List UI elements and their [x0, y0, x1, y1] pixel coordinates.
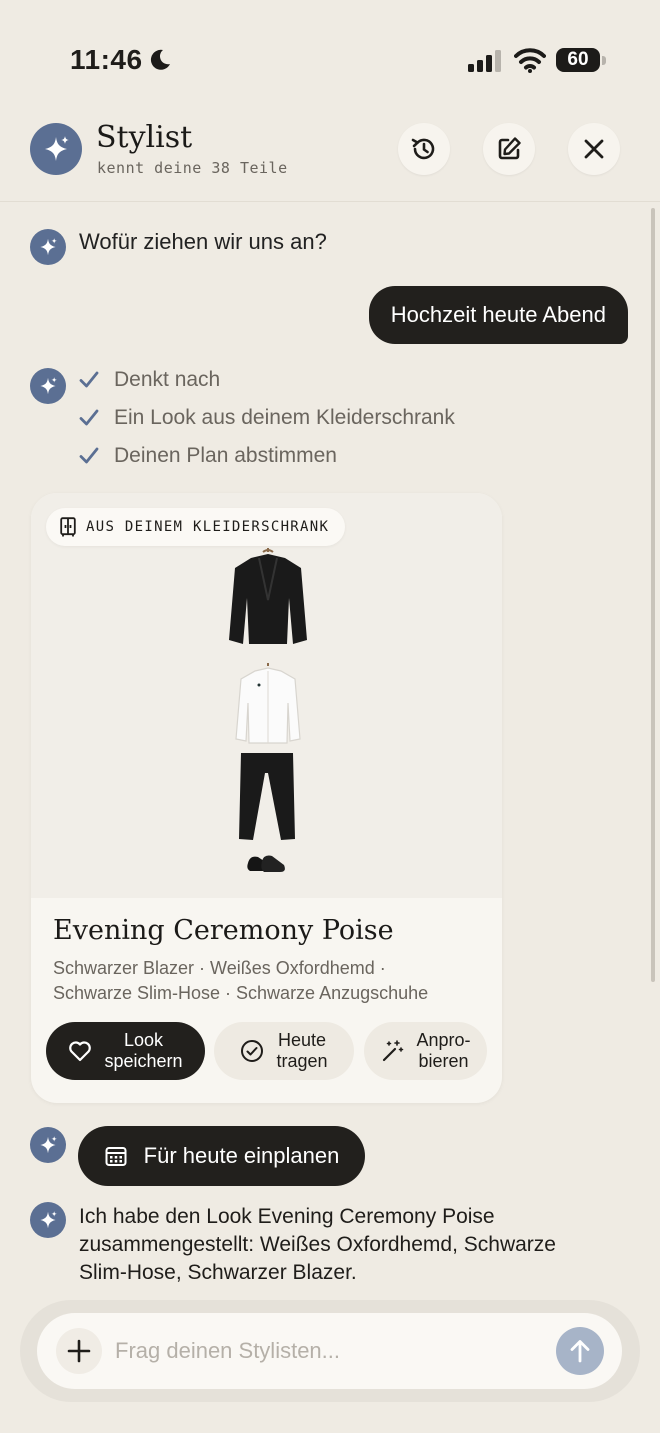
step-label: Denkt nach	[114, 368, 221, 391]
assistant-message: Wofür ziehen wir uns an?	[79, 229, 327, 254]
schedule-today-button[interactable]: Für heute einplanen	[78, 1126, 365, 1186]
save-look-label: speichern	[104, 1051, 183, 1071]
step-row: Ein Look aus deinem Kleiderschrank	[78, 406, 455, 430]
look-items-line: Schwarze Slim-Hose · Schwarze Anzugschuh…	[53, 983, 429, 1003]
outfit-image	[31, 493, 502, 898]
plus-icon	[67, 1339, 91, 1363]
compose-icon	[498, 137, 521, 160]
page-title: Stylist	[96, 120, 193, 155]
step-label: Ein Look aus deinem Kleiderschrank	[114, 406, 455, 429]
calendar-icon	[105, 1147, 127, 1166]
assistant-avatar	[30, 1202, 66, 1238]
checkmark-icon	[79, 371, 99, 388]
schedule-today-label: Für heute einplanen	[143, 1143, 340, 1168]
heart-icon	[69, 1041, 92, 1062]
try-on-label: bieren	[418, 1051, 469, 1071]
wardrobe-badge: AUS DEINEM KLEIDERSCHRANK	[46, 508, 346, 546]
message-input-placeholder[interactable]: Frag deinen Stylisten...	[115, 1338, 340, 1364]
save-look-label: Look	[123, 1030, 164, 1050]
sparkles-icon	[40, 238, 57, 256]
battery-nub	[602, 56, 606, 65]
shoes-image	[247, 855, 285, 872]
step-row: Deinen Plan abstimmen	[78, 444, 337, 468]
assistant-summary: Ich habe den Look Evening Ceremony Poise…	[79, 1205, 556, 1284]
user-message-text: Hochzeit heute Abend	[390, 302, 606, 327]
sparkles-icon	[45, 136, 69, 161]
shirt-image	[235, 663, 301, 744]
battery-indicator: 60	[556, 48, 600, 72]
look-items-line: Schwarzer Blazer · Weißes Oxfordhemd ·	[53, 958, 386, 978]
history-icon	[411, 138, 435, 160]
user-message-bubble: Hochzeit heute Abend	[368, 286, 628, 344]
wear-today-label: Heute	[277, 1030, 327, 1050]
sparkles-icon	[40, 377, 57, 395]
magic-wand-icon	[383, 1040, 404, 1062]
outfit-card[interactable]: AUS DEINEM KLEIDERSCHRANK Evening Ceremo…	[31, 493, 502, 1103]
send-button[interactable]	[556, 1327, 604, 1375]
save-look-button[interactable]: Look speichern	[46, 1022, 205, 1080]
trousers-image	[239, 753, 295, 840]
status-time: 11:46	[70, 44, 143, 75]
attach-button[interactable]	[56, 1328, 102, 1374]
try-on-label: Anpro-	[416, 1030, 471, 1050]
wardrobe-icon	[60, 517, 76, 537]
step-row: Denkt nach	[78, 368, 220, 392]
header-divider	[0, 201, 660, 202]
look-items: Schwarzer Blazer · Weißes Oxfordhemd · S…	[53, 956, 493, 1006]
sparkles-icon	[40, 1211, 57, 1229]
wardrobe-badge-label: AUS DEINEM KLEIDERSCHRANK	[86, 519, 330, 535]
chat-scrollbar[interactable]	[651, 208, 655, 982]
check-circle-icon	[241, 1040, 264, 1062]
close-icon	[584, 139, 604, 159]
sparkles-icon	[40, 1136, 57, 1154]
wear-today-label: tragen	[276, 1051, 328, 1071]
moon-icon	[150, 49, 170, 70]
history-button[interactable]	[398, 123, 450, 175]
assistant-avatar	[30, 229, 66, 265]
close-button[interactable]	[568, 123, 620, 175]
cellular-signal-icon	[468, 50, 501, 72]
checkmark-icon	[79, 447, 99, 464]
wifi-icon	[514, 48, 546, 73]
checkmark-icon	[79, 409, 99, 426]
look-title: Evening Ceremony Poise	[53, 915, 394, 946]
new-chat-button[interactable]	[483, 123, 535, 175]
battery-level: 60	[567, 49, 589, 70]
wear-today-button[interactable]: Heute tragen	[214, 1022, 354, 1080]
assistant-avatar	[30, 1127, 66, 1163]
blazer-image	[229, 548, 307, 644]
stylist-avatar	[30, 123, 82, 175]
page-subtitle: kennt deine 38 Teile	[97, 159, 288, 177]
assistant-avatar	[30, 368, 66, 404]
step-label: Deinen Plan abstimmen	[114, 444, 337, 467]
try-on-button[interactable]: Anpro-bieren	[364, 1022, 487, 1080]
arrow-up-icon	[570, 1340, 590, 1363]
